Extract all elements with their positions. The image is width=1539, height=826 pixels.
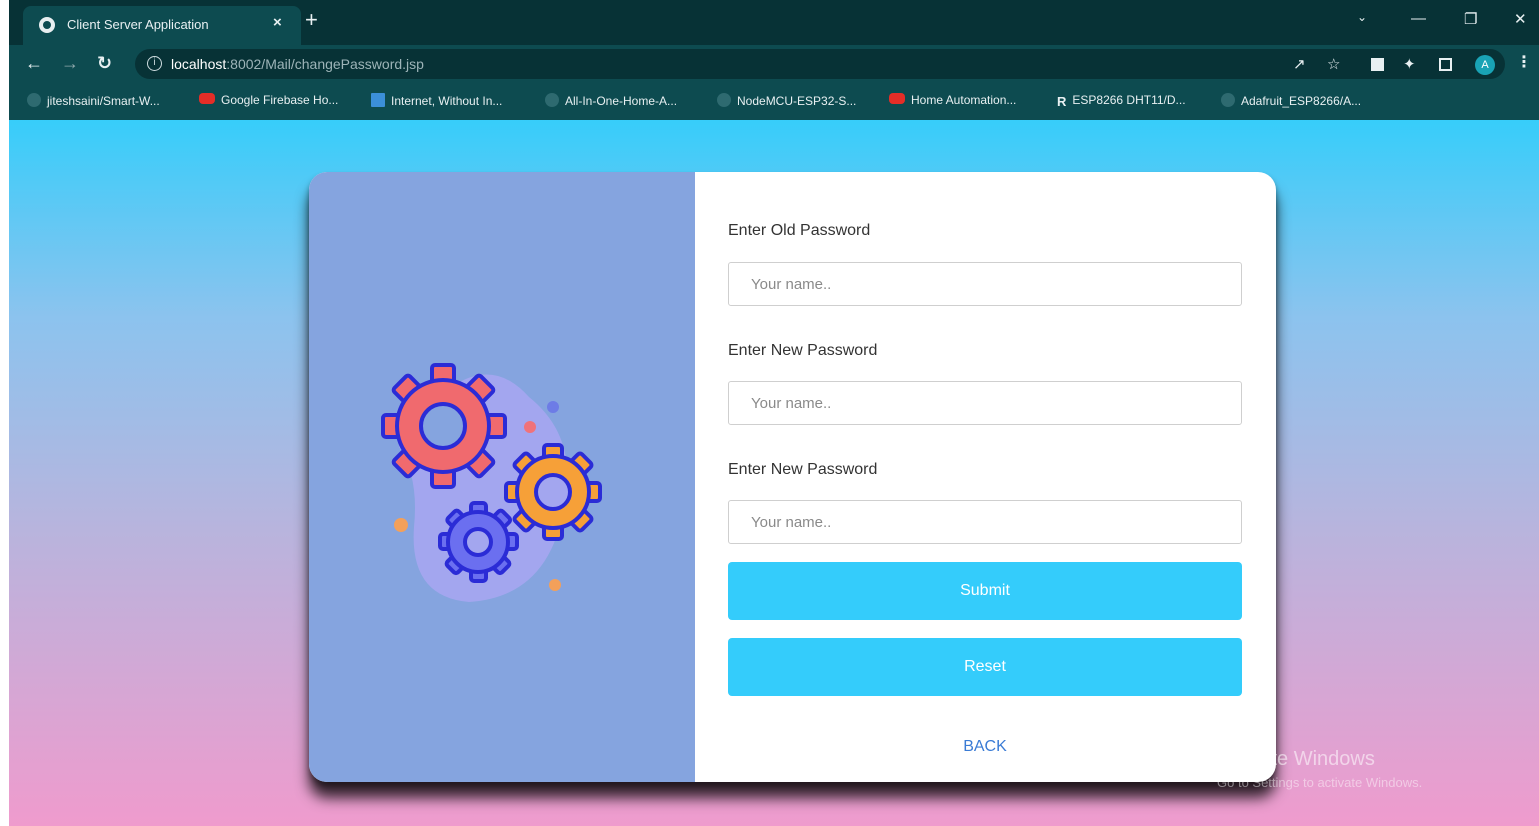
submit-button[interactable]: Submit	[728, 562, 1242, 620]
back-arrow-icon[interactable]: ←	[25, 53, 43, 73]
extension-icon[interactable]	[1371, 58, 1384, 71]
page-icon	[371, 93, 385, 107]
bookmark-item[interactable]: jiteshsaini/Smart-W...	[27, 93, 160, 110]
change-password-card: Enter Old Password Enter New Password En…	[309, 172, 1276, 782]
globe-icon	[39, 17, 55, 33]
bookmark-item[interactable]: Adafruit_ESP8266/A...	[1221, 93, 1361, 110]
confirm-password-input[interactable]	[728, 500, 1242, 544]
browser-chrome: Client Server Application × + ⌄ — ❐ ✕ ← …	[9, 0, 1539, 120]
bookmark-item[interactable]: Home Automation...	[889, 93, 1016, 110]
github-icon	[717, 93, 731, 107]
bookmark-star-icon[interactable]: ☆	[1327, 55, 1340, 73]
side-panel-icon[interactable]	[1439, 58, 1452, 71]
minimize-icon[interactable]: —	[1411, 10, 1426, 27]
activate-windows-watermark: Activate Windows Go to Settings to activ…	[1217, 748, 1422, 790]
bookmark-item[interactable]: NodeMCU-ESP32-S...	[717, 93, 856, 110]
bookmark-item[interactable]: All-In-One-Home-A...	[545, 93, 677, 110]
close-window-icon[interactable]: ✕	[1514, 10, 1527, 28]
back-link[interactable]: BACK	[728, 738, 1242, 756]
url-text: localhost:8002/Mail/changePassword.jsp	[171, 56, 424, 72]
browser-tab[interactable]: Client Server Application ×	[23, 6, 301, 45]
small-gear	[438, 501, 519, 583]
youtube-icon	[889, 93, 905, 104]
address-bar[interactable]: i localhost:8002/Mail/changePassword.jsp…	[135, 49, 1505, 79]
large-gear	[381, 363, 507, 489]
confirm-password-label: Enter New Password	[728, 461, 878, 478]
old-password-input[interactable]	[728, 262, 1242, 306]
bookmark-item[interactable]: Google Firebase Ho...	[199, 93, 338, 110]
close-tab-icon[interactable]: ×	[273, 14, 282, 31]
gears-illustration-icon	[381, 363, 602, 602]
new-password-input[interactable]	[728, 381, 1242, 425]
share-icon[interactable]: ↗	[1293, 55, 1306, 73]
github-icon	[1221, 93, 1235, 107]
new-tab-button[interactable]: +	[305, 9, 318, 31]
reload-icon[interactable]: ↻	[97, 53, 112, 73]
old-password-label: Enter Old Password	[728, 222, 871, 239]
restore-icon[interactable]: ❐	[1464, 10, 1477, 28]
reset-button[interactable]: Reset	[728, 638, 1242, 696]
illustration-panel	[309, 172, 695, 782]
forward-arrow-icon[interactable]: →	[61, 53, 79, 73]
bookmark-item[interactable]: R ESP8266 DHT11/D...	[1057, 93, 1186, 110]
tab-title: Client Server Application	[67, 17, 209, 32]
medium-gear	[504, 443, 602, 541]
menu-icon[interactable]: ⋮	[1516, 53, 1532, 73]
tab-search-icon[interactable]: ⌄	[1357, 10, 1367, 24]
page-background: Enter Old Password Enter New Password En…	[9, 120, 1539, 826]
profile-avatar[interactable]: A	[1475, 55, 1495, 75]
site-info-icon[interactable]: i	[147, 56, 162, 71]
watermark-title: Activate Windows	[1217, 748, 1375, 770]
youtube-icon	[199, 93, 215, 104]
tab-strip: Client Server Application × + ⌄ — ❐ ✕	[9, 0, 1539, 45]
bookmarks-bar: jiteshsaini/Smart-W... Google Firebase H…	[9, 83, 1539, 120]
github-icon	[27, 93, 41, 107]
browser-toolbar: ← → ↻ i localhost:8002/Mail/changePasswo…	[9, 45, 1539, 83]
watermark-subtitle: Go to Settings to activate Windows.	[1217, 775, 1423, 790]
r-icon: R	[1057, 94, 1067, 109]
puzzle-icon[interactable]: ✦	[1403, 55, 1416, 73]
new-password-label: Enter New Password	[728, 342, 878, 359]
bookmark-item[interactable]: Internet, Without In...	[371, 93, 502, 110]
github-icon	[545, 93, 559, 107]
